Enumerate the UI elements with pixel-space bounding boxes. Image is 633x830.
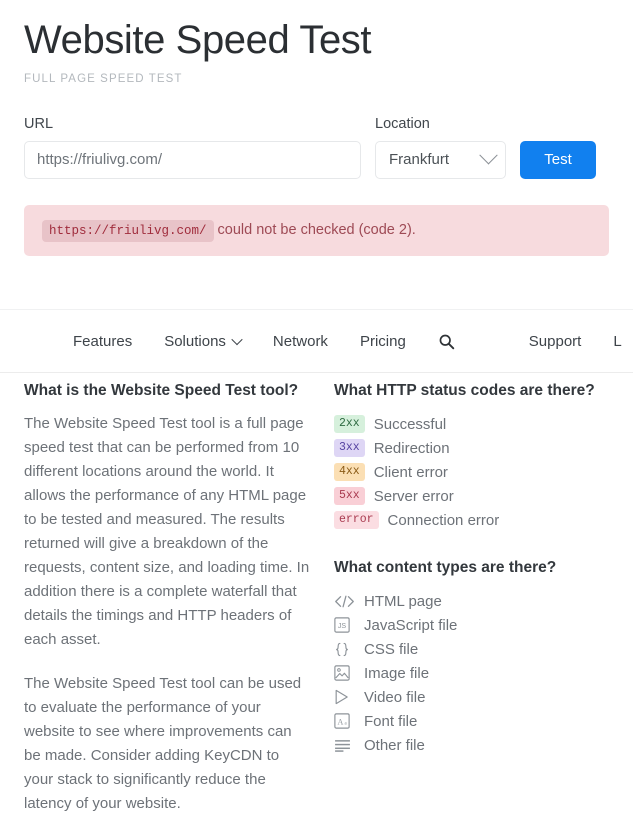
list-item: A a Font file	[334, 709, 614, 733]
list-item: 2xx Successful	[334, 412, 614, 436]
url-label: URL	[24, 115, 54, 132]
nav-item-pricing[interactable]: Pricing	[344, 333, 422, 350]
info-column-right: What HTTP status codes are there? 2xx Su…	[334, 381, 614, 816]
speed-test-form: URL Location Frankfurt Test	[24, 116, 609, 179]
status-label: Connection error	[387, 511, 500, 529]
alert-url-code: https://friulivg.com/	[42, 219, 214, 242]
nav-item-label: Features	[73, 332, 133, 350]
nav-item-solutions[interactable]: Solutions	[148, 333, 257, 350]
font-file-icon: A a	[334, 712, 355, 730]
page-subtitle: FULL PAGE SPEED TEST	[24, 72, 183, 85]
html-code-icon	[334, 592, 355, 610]
chevron-down-icon	[479, 146, 498, 165]
search-icon[interactable]	[422, 333, 471, 350]
list-item: 3xx Redirection	[334, 436, 614, 460]
hero-section: Website Speed Test FULL PAGE SPEED TEST …	[0, 0, 633, 179]
list-item: CSS file	[334, 637, 614, 661]
status-label: Successful	[373, 415, 447, 433]
url-input[interactable]	[24, 140, 361, 179]
nav-item-login[interactable]: L	[597, 333, 633, 350]
location-select-wrap: Frankfurt	[375, 140, 506, 179]
list-item: JS JavaScript file	[334, 613, 614, 637]
list-item: Video file	[334, 685, 614, 709]
url-field-group: URL	[24, 116, 361, 179]
image-file-icon	[334, 664, 355, 682]
status-code-list: 2xx Successful 3xx Redirection 4xx Clien…	[334, 412, 614, 532]
test-button[interactable]: Test	[520, 140, 596, 179]
status-badge: 3xx	[334, 438, 365, 458]
type-label: JavaScript file	[364, 616, 458, 634]
nav-item-label: L	[613, 332, 622, 350]
type-label: CSS file	[364, 640, 419, 658]
page-title: Website Speed Test	[24, 18, 372, 62]
info-column-left: What is the Website Speed Test tool? The…	[24, 381, 310, 816]
info-paragraph: The Website Speed Test tool is a full pa…	[24, 415, 310, 649]
nav-item-support[interactable]: Support	[513, 333, 598, 350]
status-badge: 4xx	[334, 462, 365, 482]
test-button-group: Test	[520, 140, 596, 179]
javascript-file-icon: JS	[334, 616, 355, 634]
status-badge: 5xx	[334, 486, 365, 506]
info-section: What is the Website Speed Test tool? The…	[0, 381, 633, 816]
nav-item-network[interactable]: Network	[257, 333, 344, 350]
main-navbar: Features Solutions Network Pricing Suppo…	[0, 309, 633, 373]
navbar-right-group: Support L	[513, 333, 633, 350]
svg-text:JS: JS	[338, 622, 347, 630]
video-play-icon	[334, 688, 355, 706]
location-label: Location	[375, 115, 430, 132]
status-badge: 2xx	[334, 414, 365, 434]
status-label: Redirection	[373, 439, 450, 457]
type-label: Font file	[364, 712, 418, 730]
nav-item-label: Solutions	[164, 332, 226, 350]
page-root: Website Speed Test FULL PAGE SPEED TEST …	[0, 0, 633, 830]
type-label: HTML page	[364, 592, 442, 610]
location-selected-value: Frankfurt	[389, 151, 450, 169]
other-file-icon	[334, 736, 355, 754]
nav-item-label: Pricing	[359, 332, 406, 350]
error-alert: https://friulivg.com/could not be checke…	[24, 204, 609, 256]
chevron-down-icon	[231, 333, 243, 346]
list-item: Other file	[334, 733, 614, 757]
type-label: Other file	[364, 736, 425, 754]
navbar-left-group: Features Solutions Network Pricing	[57, 333, 471, 350]
location-field-group: Location Frankfurt	[375, 116, 506, 179]
status-label: Server error	[373, 487, 454, 505]
nav-item-label: Support	[528, 332, 582, 350]
type-label: Image file	[364, 664, 430, 682]
svg-text:A: A	[338, 718, 344, 727]
info-paragraph: The Website Speed Test tool can be used …	[24, 675, 302, 813]
list-item: HTML page	[334, 589, 614, 613]
location-select[interactable]: Frankfurt	[375, 140, 506, 179]
list-item: Image file	[334, 661, 614, 685]
list-item: 5xx Server error	[334, 484, 614, 508]
status-badge: error	[334, 510, 379, 530]
list-item: 4xx Client error	[334, 460, 614, 484]
css-braces-icon	[334, 640, 355, 658]
info-heading-status-codes: What HTTP status codes are there?	[334, 382, 595, 399]
info-heading-about: What is the Website Speed Test tool?	[24, 382, 299, 399]
info-heading-content-types: What content types are there?	[334, 559, 557, 577]
nav-item-label: Network	[272, 332, 328, 350]
type-label: Video file	[364, 688, 426, 706]
alert-message: could not be checked (code 2).	[217, 221, 416, 238]
nav-item-features[interactable]: Features	[57, 333, 148, 350]
list-item: error Connection error	[334, 508, 614, 532]
status-label: Client error	[373, 463, 448, 481]
content-type-list: HTML page JS JavaScript file CSS file Im…	[334, 589, 614, 757]
svg-text:a: a	[344, 722, 347, 727]
